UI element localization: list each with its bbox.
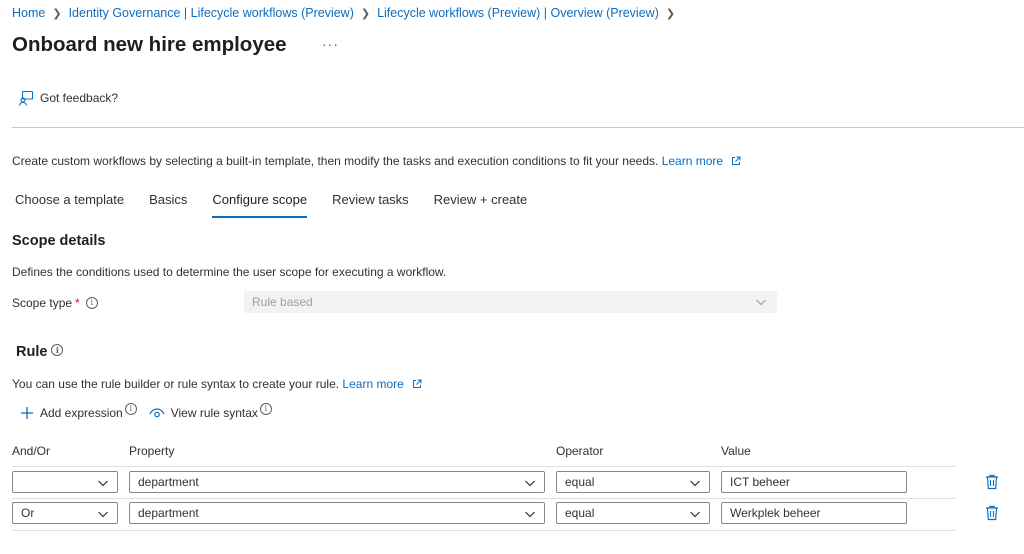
rule-learn-more-link[interactable]: Learn more: [342, 377, 403, 391]
andor-value: Or: [21, 506, 35, 520]
divider: [12, 466, 956, 467]
chevron-down-icon: [98, 511, 108, 518]
scope-type-text: Scope type: [12, 296, 73, 310]
breadcrumb-lifecycle-overview[interactable]: Lifecycle workflows (Preview) | Overview…: [377, 6, 659, 20]
required-mark: *: [75, 296, 80, 310]
value-text: ICT beheer: [730, 475, 790, 489]
scope-type-value: Rule based: [252, 295, 313, 309]
column-header-property: Property: [129, 444, 175, 458]
property-select[interactable]: department: [129, 471, 545, 493]
chevron-down-icon: [525, 480, 535, 487]
andor-select[interactable]: [12, 471, 118, 493]
tab-review-create[interactable]: Review + create: [434, 192, 528, 218]
info-icon[interactable]: i: [259, 403, 272, 415]
value-text: Werkplek beheer: [730, 506, 821, 520]
plus-icon: [21, 407, 33, 419]
tab-basics[interactable]: Basics: [149, 192, 187, 218]
feedback-person-icon: [18, 90, 34, 106]
rule-heading: Rule i: [16, 344, 64, 360]
chevron-right-icon: ❯: [360, 7, 371, 20]
property-select[interactable]: department: [129, 502, 545, 524]
divider: [12, 530, 956, 531]
divider: [12, 127, 1024, 128]
tab-choose-template[interactable]: Choose a template: [15, 192, 124, 218]
scope-type-select[interactable]: Rule based: [244, 291, 777, 313]
operator-select[interactable]: equal: [556, 502, 710, 524]
breadcrumb-identity-governance[interactable]: Identity Governance | Lifecycle workflow…: [69, 6, 354, 20]
view-rule-syntax-label: View rule syntax: [170, 406, 258, 420]
value-input[interactable]: Werkplek beheer: [721, 502, 907, 524]
breadcrumb-home[interactable]: Home: [12, 6, 45, 20]
tab-review-tasks[interactable]: Review tasks: [332, 192, 409, 218]
column-header-operator: Operator: [556, 444, 604, 458]
value-input[interactable]: ICT beheer: [721, 471, 907, 493]
learn-more-link[interactable]: Learn more: [662, 154, 723, 168]
eye-icon: [149, 408, 165, 418]
add-expression-label: Add expression: [40, 406, 123, 420]
add-expression-button[interactable]: Add expression i: [20, 403, 137, 420]
trash-icon[interactable]: [985, 474, 999, 490]
chevron-down-icon: [690, 511, 700, 518]
intro-description: Create custom workflows by selecting a b…: [12, 154, 659, 168]
breadcrumb: Home ❯ Identity Governance | Lifecycle w…: [12, 6, 682, 20]
scope-type-label: Scope type * i: [12, 296, 98, 310]
feedback-label: Got feedback?: [40, 91, 119, 105]
rule-description-row: You can use the rule builder or rule syn…: [12, 377, 422, 391]
operator-value: equal: [565, 506, 595, 520]
property-value: department: [138, 506, 199, 520]
scope-details-heading: Scope details: [12, 233, 106, 249]
chevron-right-icon: ❯: [665, 7, 676, 20]
operator-value: equal: [565, 475, 595, 489]
info-icon[interactable]: i: [124, 403, 137, 415]
tab-configure-scope[interactable]: Configure scope: [212, 192, 308, 218]
chevron-down-icon: [98, 480, 108, 487]
external-link-icon: [732, 156, 741, 165]
intro-text: Create custom workflows by selecting a b…: [12, 154, 741, 168]
andor-select[interactable]: Or: [12, 502, 118, 524]
column-header-andor: And/Or: [12, 444, 51, 458]
chevron-down-icon: [525, 511, 535, 518]
trash-icon[interactable]: [985, 505, 999, 521]
page-title: Onboard new hire employee: [12, 33, 287, 56]
more-options-button[interactable]: ···: [322, 36, 339, 52]
feedback-button[interactable]: Got feedback?: [18, 90, 118, 106]
info-icon[interactable]: i: [51, 344, 64, 356]
divider: [12, 498, 956, 499]
chevron-down-icon: [756, 299, 766, 306]
chevron-down-icon: [690, 480, 700, 487]
external-link-icon: [413, 379, 422, 388]
operator-select[interactable]: equal: [556, 471, 710, 493]
wizard-tabs: Choose a template Basics Configure scope…: [15, 192, 552, 218]
rule-title: Rule: [16, 344, 48, 360]
info-icon[interactable]: i: [85, 297, 98, 309]
scope-description: Defines the conditions used to determine…: [12, 265, 447, 279]
property-value: department: [138, 475, 199, 489]
rule-command-bar: Add expression i View rule syntax i: [20, 403, 282, 420]
rule-description: You can use the rule builder or rule syn…: [12, 377, 340, 391]
view-rule-syntax-button[interactable]: View rule syntax i: [149, 403, 272, 420]
column-header-value: Value: [721, 444, 751, 458]
chevron-right-icon: ❯: [52, 7, 62, 20]
